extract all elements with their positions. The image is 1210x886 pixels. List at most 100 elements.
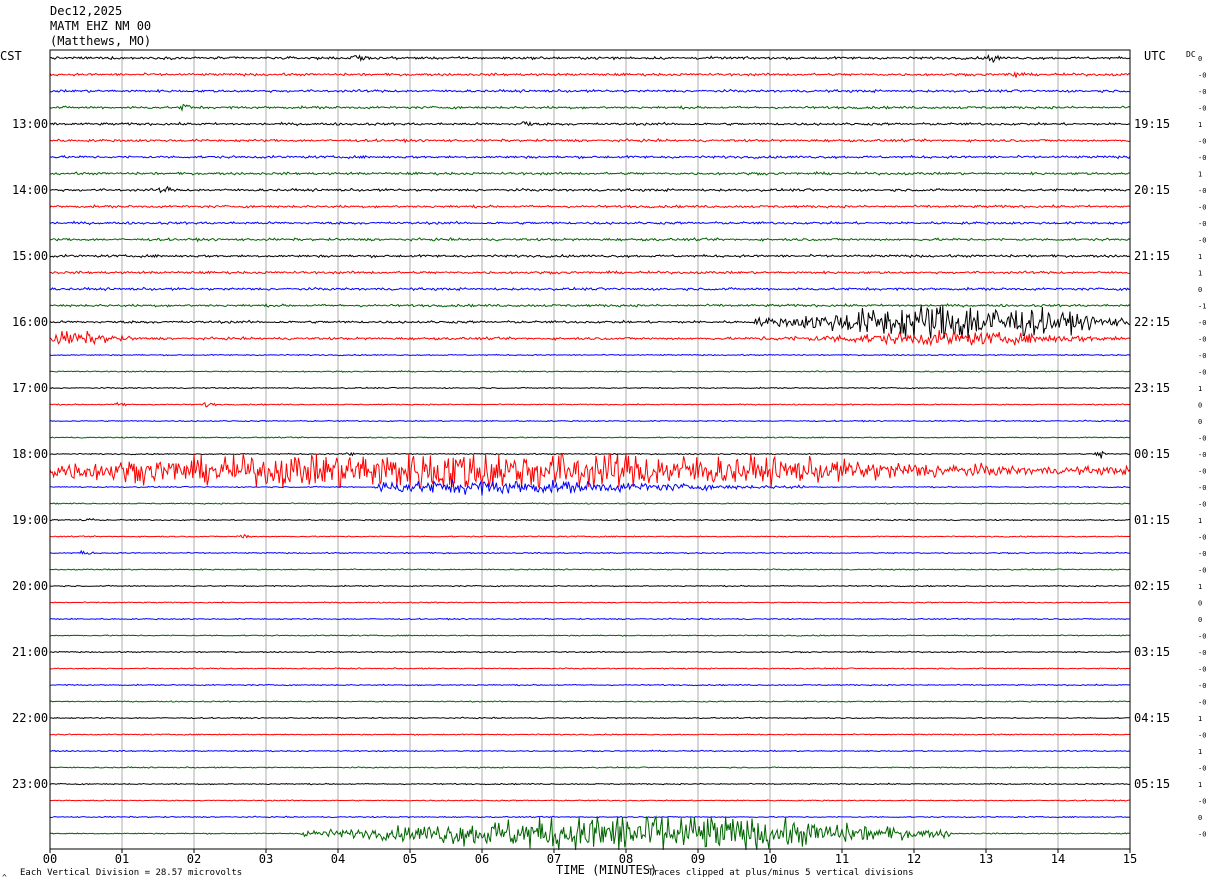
dc-offset-label: -0 <box>1198 204 1206 212</box>
x-tick-label: 06 <box>475 852 489 866</box>
dc-offset-label: -0 <box>1198 154 1206 162</box>
trace-row <box>49 253 1131 259</box>
dc-offset-label: -0 <box>1198 451 1206 459</box>
right-hour-label: 05:15 <box>1134 777 1170 791</box>
left-hour-label: 19:00 <box>12 513 48 527</box>
minute-gridlines <box>49 50 1131 853</box>
left-hour-label: 15:00 <box>12 249 48 263</box>
trace-row <box>49 634 1131 637</box>
left-hour-label: 21:00 <box>12 645 48 659</box>
dc-offset-label: -0 <box>1198 105 1206 113</box>
dc-offset-label: 1 <box>1198 121 1202 129</box>
x-tick-label: 14 <box>1051 852 1065 866</box>
trace-row <box>50 502 1131 505</box>
x-tick-label: 00 <box>43 852 57 866</box>
dc-offset-label: -0 <box>1198 435 1206 443</box>
dc-offset-label: -0 <box>1198 633 1206 641</box>
dc-offset-label: 1 <box>1198 715 1202 723</box>
trace-row <box>49 137 1131 144</box>
trace-row <box>49 88 1131 94</box>
left-hour-label: 18:00 <box>12 447 48 461</box>
right-hour-label: 23:15 <box>1134 381 1170 395</box>
dc-offset-label: 0 <box>1198 600 1202 608</box>
trace-row <box>49 700 1131 703</box>
trace-row <box>49 53 1131 64</box>
x-tick-label: 13 <box>979 852 993 866</box>
dc-offset-label: -0 <box>1198 352 1206 360</box>
dc-offset-label: -0 <box>1198 534 1206 542</box>
dc-offset-label: -0 <box>1198 484 1206 492</box>
trace-row <box>49 71 1131 78</box>
left-hour-label: 14:00 <box>12 183 48 197</box>
trace-row <box>49 650 1131 654</box>
helicorder-chart: 00 01 02 03 04 05 06 07 08 09 10 11 12 13 14 150-0-0-01… <box>0 49 1206 882</box>
x-tick-label: 01 <box>115 852 129 866</box>
dc-offset-label: -0 <box>1198 187 1206 195</box>
trace-row <box>49 236 1131 243</box>
x-tick-label: 03 <box>259 852 273 866</box>
dc-offset-label: 1 <box>1198 171 1202 179</box>
trace-row <box>50 533 1131 539</box>
trace-row <box>49 269 1131 275</box>
dc-offset-label: -0 <box>1198 550 1206 558</box>
trace-row <box>49 120 1131 127</box>
trace-row <box>49 568 1131 571</box>
dc-header-label: DC <box>1186 50 1196 59</box>
trace-row <box>50 601 1131 604</box>
left-timezone-label: CST <box>0 49 22 63</box>
trace-row <box>49 733 1131 736</box>
dc-offset-label: -0 <box>1198 831 1206 839</box>
trace-row <box>50 185 1131 194</box>
trace-row <box>49 815 1131 819</box>
trace-row <box>49 584 1131 588</box>
dc-offset-label: -0 <box>1198 72 1206 80</box>
dc-offset-label: -0 <box>1198 699 1206 707</box>
dc-offset-label: -0 <box>1198 88 1206 96</box>
trace-row <box>49 667 1130 670</box>
trace-row <box>49 782 1130 786</box>
x-tick-label: 10 <box>763 852 777 866</box>
x-tick-label: 09 <box>691 852 705 866</box>
trace-row <box>49 815 1131 851</box>
plot-frame <box>49 49 1131 850</box>
dc-offset-label: -0 <box>1198 765 1206 773</box>
dc-offset-label: 1 <box>1198 781 1202 789</box>
trace-row <box>49 766 1131 769</box>
x-tick-label: 02 <box>187 852 201 866</box>
trace-row <box>49 370 1131 373</box>
left-hour-label: 17:00 <box>12 381 48 395</box>
right-hour-label: 03:15 <box>1134 645 1170 659</box>
trace-row <box>49 419 1131 423</box>
right-hour-label: 00:15 <box>1134 447 1170 461</box>
dc-offset-label: -0 <box>1198 369 1206 377</box>
right-timezone-label: UTC <box>1144 49 1166 63</box>
trace-row <box>50 716 1130 720</box>
trace-row <box>49 749 1131 753</box>
dc-offset-label: -0 <box>1198 237 1206 245</box>
dc-offset-label: -0 <box>1198 220 1206 228</box>
trace-row <box>49 203 1131 209</box>
right-hour-label: 01:15 <box>1134 513 1170 527</box>
trace-row <box>49 305 1131 339</box>
dc-offset-label: 1 <box>1198 385 1202 393</box>
x-tick-label: 04 <box>331 852 345 866</box>
dc-offset-label: -0 <box>1198 319 1206 327</box>
left-hour-label: 23:00 <box>12 777 48 791</box>
trace-row <box>49 453 1131 488</box>
trace-row <box>49 683 1131 687</box>
x-tick-label: 15 <box>1123 852 1137 866</box>
left-hour-label: 16:00 <box>12 315 48 329</box>
trace-row <box>49 103 1131 112</box>
right-hour-label: 20:15 <box>1134 183 1170 197</box>
trace-row <box>49 401 1131 408</box>
dc-offset-label: -0 <box>1198 732 1206 740</box>
dc-offset-label: 1 <box>1198 517 1202 525</box>
dc-offset-label: 0 <box>1198 418 1202 426</box>
trace-row <box>49 617 1131 621</box>
x-tick-label: 05 <box>403 852 417 866</box>
dc-offset-label: -0 <box>1198 666 1206 674</box>
right-hour-label: 21:15 <box>1134 249 1170 263</box>
right-hour-label: 19:15 <box>1134 117 1170 131</box>
right-hour-label: 22:15 <box>1134 315 1170 329</box>
dc-offset-label: 0 <box>1198 616 1202 624</box>
